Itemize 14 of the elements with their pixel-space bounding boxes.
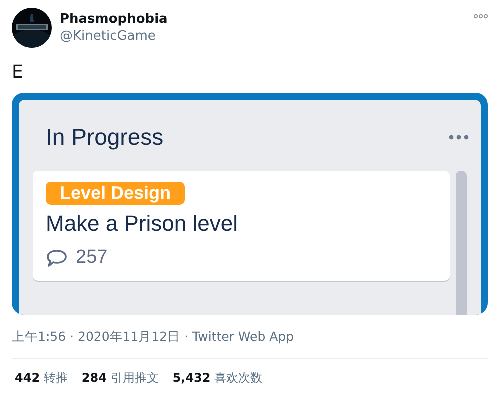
- author-name[interactable]: Phasmophobia: [60, 12, 466, 27]
- more-icon[interactable]: [474, 14, 488, 19]
- card-label: Level Design: [46, 182, 186, 205]
- stat-link[interactable]: 442 转推: [15, 370, 68, 387]
- speech-bubble-icon: [46, 248, 68, 268]
- tweet-text: E: [11, 61, 24, 83]
- card-title: Make a Prison level: [46, 211, 238, 237]
- stat-link[interactable]: 5,432 喜欢次数: [172, 370, 263, 387]
- stat-link[interactable]: 284 引用推文: [82, 370, 159, 387]
- more-icon: [449, 134, 469, 140]
- comment-count: 257: [76, 247, 108, 269]
- timestamp[interactable]: 上午1:56 · 2020年11月12日 · Twitter Web App: [0, 315, 500, 346]
- author-handle[interactable]: @KineticGame: [60, 29, 466, 44]
- list-title: In Progress: [46, 124, 165, 150]
